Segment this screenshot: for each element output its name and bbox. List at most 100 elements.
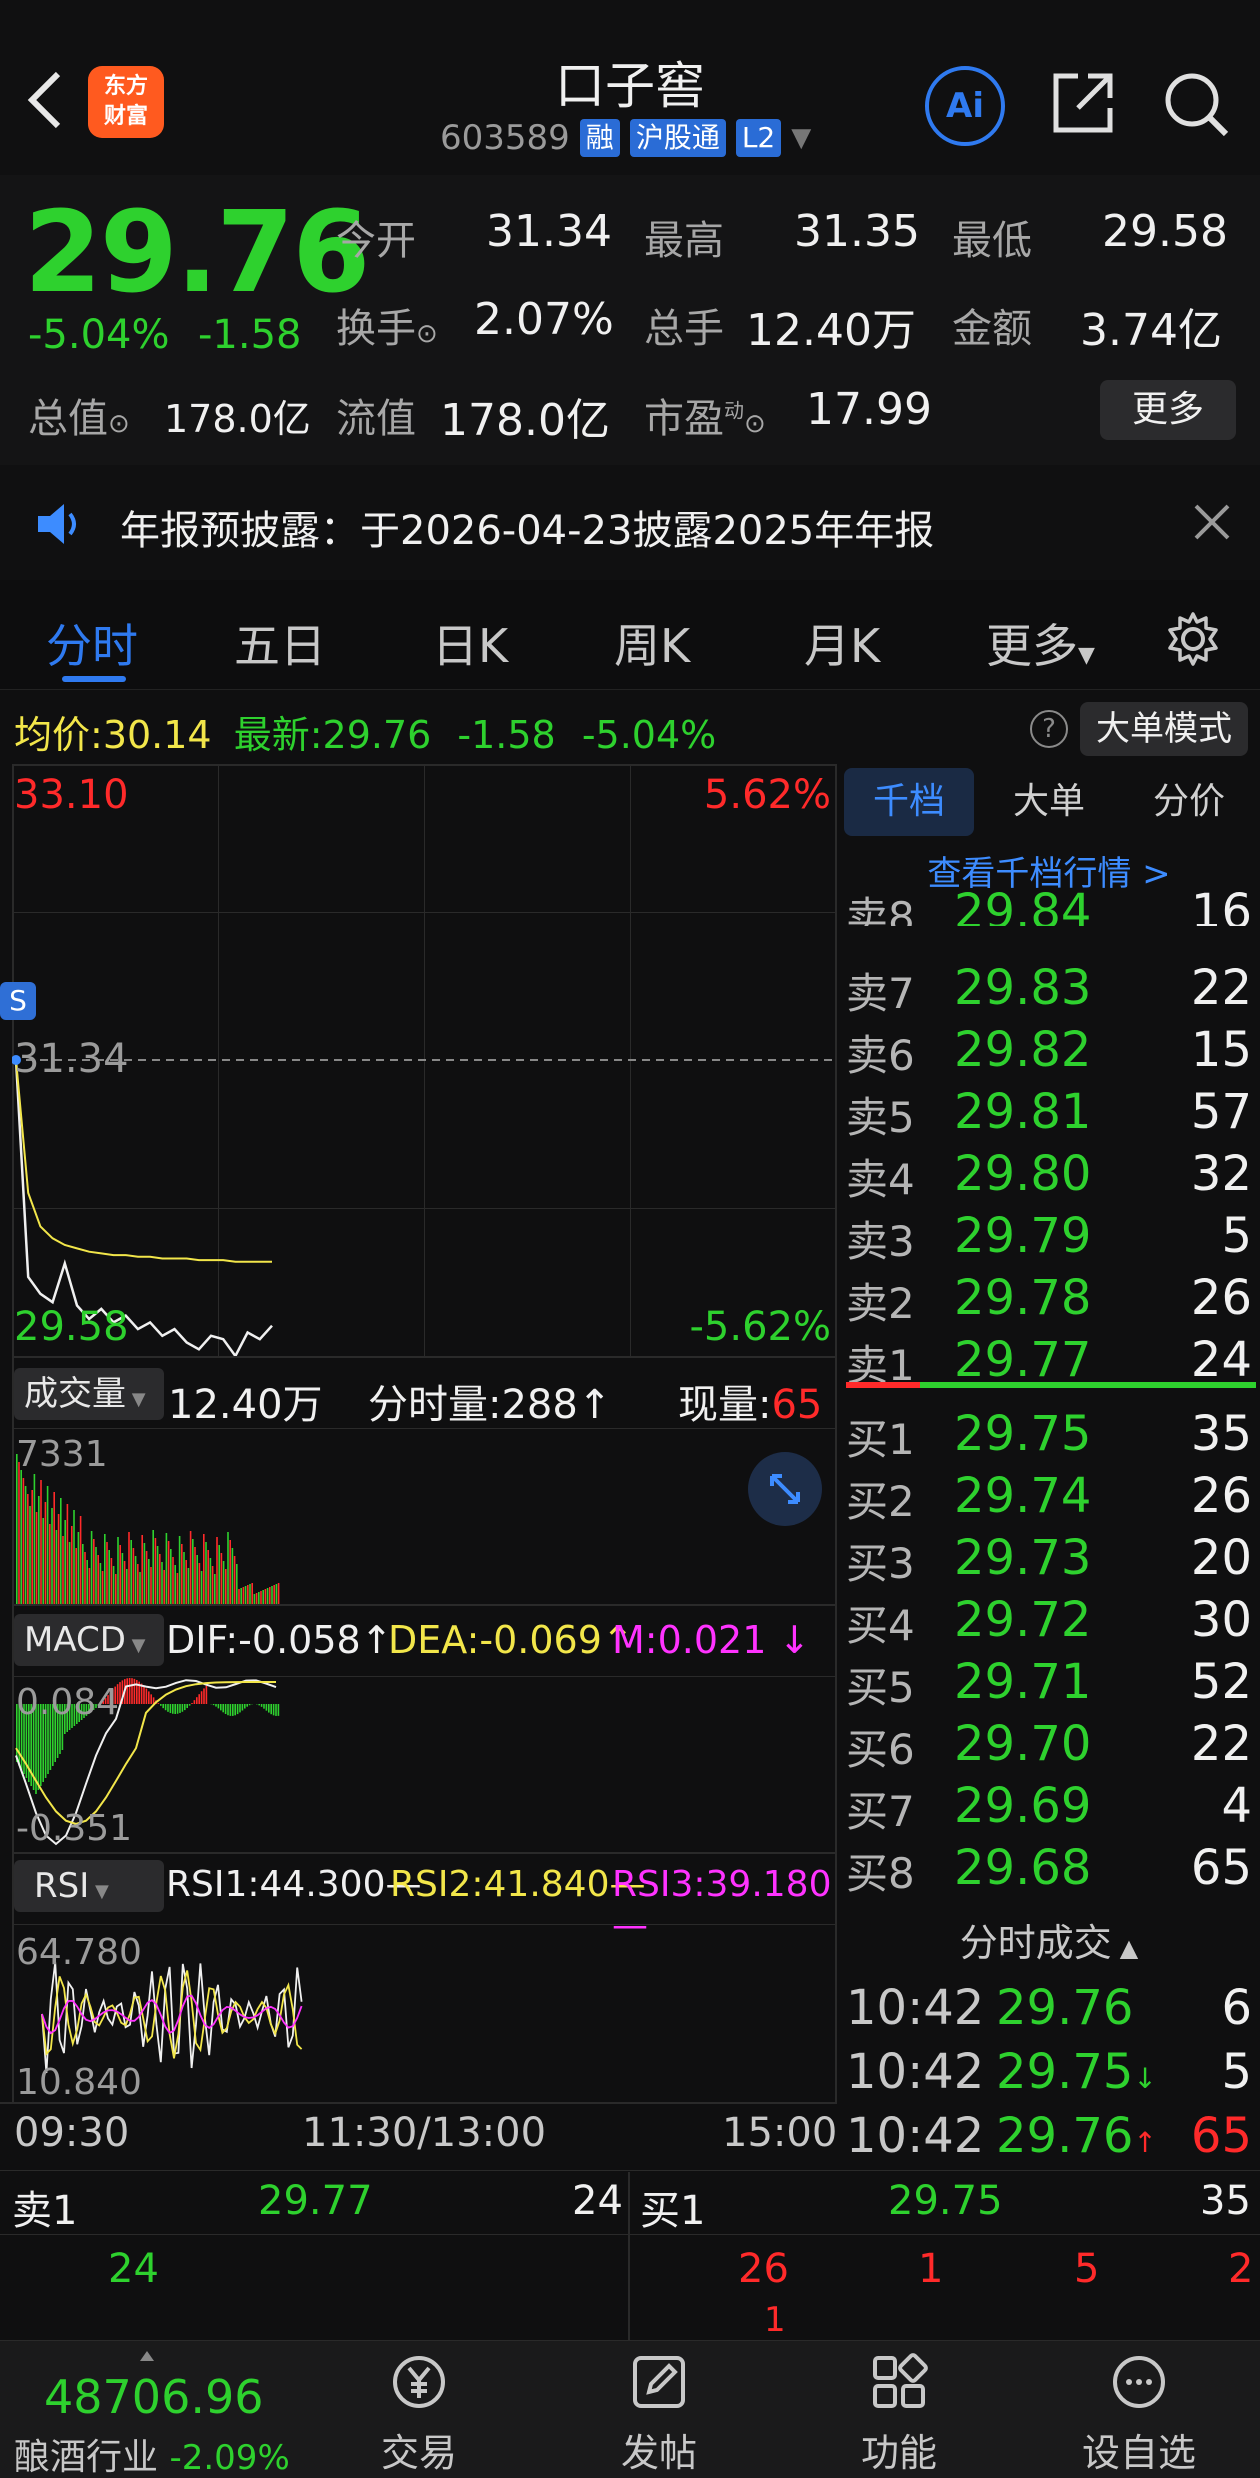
macd-histogram-bar xyxy=(150,1694,152,1704)
bid-price: 29.72 xyxy=(954,1592,1092,1648)
volume-bar xyxy=(134,1556,137,1604)
volume-bar xyxy=(220,1553,223,1604)
ask-row[interactable]: 卖7 29.83 22 xyxy=(842,960,1256,1022)
notice-text[interactable]: 年报预披露：于2026-04-23披露2025年年报 xyxy=(120,498,934,556)
ask-row[interactable]: 卖4 29.80 32 xyxy=(842,1146,1256,1208)
book-tab-big-orders[interactable]: 大单 xyxy=(984,768,1114,836)
ask-row[interactable]: 卖5 29.81 57 xyxy=(842,1084,1256,1146)
volume-bar xyxy=(44,1502,47,1604)
bid-volume: 22 xyxy=(1190,1716,1252,1772)
volume-bar xyxy=(194,1547,196,1604)
volume-bar xyxy=(229,1540,231,1604)
macd-histogram-bar xyxy=(133,1678,136,1704)
ask-row[interactable]: 卖3 29.79 5 xyxy=(842,1208,1256,1270)
market-cap-label: 总值⊙ xyxy=(28,396,130,442)
tab-more[interactable]: 更多▼ xyxy=(986,610,1095,676)
volume-bar xyxy=(262,1590,264,1604)
macd-histogram-bar xyxy=(212,1704,215,1706)
volume-bar xyxy=(209,1558,212,1604)
macd-histogram-bar xyxy=(162,1704,164,1709)
bid-level-label: 买1 xyxy=(846,1415,915,1464)
search-icon[interactable] xyxy=(1160,68,1232,140)
help-icon[interactable]: ? xyxy=(1030,710,1068,748)
macd-histogram-bar xyxy=(145,1688,148,1704)
trade-time: 10:42 xyxy=(846,2108,985,2164)
volume-bar xyxy=(119,1545,121,1604)
tab-five-day[interactable]: 五日 xyxy=(234,610,326,676)
industry-index-value[interactable]: 48706.96 xyxy=(44,2370,264,2424)
trades-title[interactable]: 分时成交 ▲ xyxy=(838,1912,1260,1967)
book-tab-price-dist[interactable]: 分价 xyxy=(1124,768,1254,836)
volume-bar xyxy=(130,1540,132,1604)
ask-level-label: 卖3 xyxy=(846,1217,915,1266)
rsi-indicator-select[interactable]: RSI ▼ xyxy=(14,1860,164,1912)
pe-value: 17.99 xyxy=(806,384,932,435)
volume-bar xyxy=(181,1544,183,1604)
book-tab-depth[interactable]: 千档 xyxy=(844,768,974,836)
nav-functions[interactable]: 功能 xyxy=(824,2350,974,2477)
bid-row[interactable]: 买6 29.70 22 xyxy=(842,1716,1256,1778)
volume-bar xyxy=(53,1492,55,1604)
macd-indicator-select[interactable]: MACD ▼ xyxy=(14,1614,164,1666)
bid-row[interactable]: 买7 29.69 4 xyxy=(842,1778,1256,1840)
bid-price: 29.74 xyxy=(954,1468,1092,1524)
macd-histogram-bar xyxy=(229,1704,232,1716)
bid-row[interactable]: 买4 29.72 30 xyxy=(842,1592,1256,1654)
ask-row[interactable]: 卖8 29.84 16 xyxy=(842,884,1256,926)
volume-bar xyxy=(22,1478,25,1604)
open-price-label: 31.34 xyxy=(14,1036,129,1082)
volume-bar xyxy=(49,1524,51,1604)
settings-gear-icon[interactable] xyxy=(1164,610,1222,668)
dropdown-caret-icon[interactable]: ▼ xyxy=(791,123,811,153)
low-value: 29.58 xyxy=(1102,206,1228,257)
volume-bar xyxy=(189,1531,192,1604)
bid-row[interactable]: 买1 29.75 35 xyxy=(842,1406,1256,1468)
macd-m: M:0.021 ↓ xyxy=(612,1618,811,1662)
ask-price: 29.82 xyxy=(954,1022,1092,1078)
bid-row[interactable]: 买2 29.74 26 xyxy=(842,1468,1256,1530)
trade-volume: 6 xyxy=(1221,1980,1252,2036)
ask-row[interactable]: 卖2 29.78 26 xyxy=(842,1270,1256,1332)
bid-volume: 30 xyxy=(1190,1592,1252,1648)
expand-chart-button[interactable] xyxy=(748,1452,822,1526)
more-stats-button[interactable]: 更多 xyxy=(1100,380,1236,440)
bid-row[interactable]: 买8 29.68 65 xyxy=(842,1840,1256,1902)
bid-volume: 35 xyxy=(1190,1406,1252,1462)
tab-weekly-k[interactable]: 周K xyxy=(614,610,690,676)
volume-bar xyxy=(24,1486,27,1604)
macd-histogram-bar xyxy=(232,1704,234,1716)
strip-row-divider xyxy=(0,2234,1260,2235)
ask-level-label: 卖6 xyxy=(846,1031,915,1080)
macd-histogram-bar xyxy=(174,1704,176,1714)
tag-level2: L2 xyxy=(735,119,782,157)
bid-row[interactable]: 买3 29.73 20 xyxy=(842,1530,1256,1592)
volume-bar xyxy=(126,1569,128,1604)
tab-daily-k[interactable]: 日K xyxy=(432,610,508,676)
nav-add-watchlist[interactable]: 设自选 xyxy=(1064,2350,1214,2477)
share-icon[interactable] xyxy=(1048,68,1118,138)
nav-trade[interactable]: 交易 xyxy=(344,2350,494,2477)
amount-label: 金额 xyxy=(952,306,1032,352)
volume-bar xyxy=(77,1532,80,1604)
bid-level-label: 买4 xyxy=(846,1601,915,1650)
macd-histogram-bar xyxy=(258,1704,260,1706)
tab-monthly-k[interactable]: 月K xyxy=(804,610,880,676)
nav-post[interactable]: 发帖 xyxy=(584,2350,734,2477)
big-order-mode-button[interactable]: 大单模式 xyxy=(1080,702,1248,756)
volume-bar xyxy=(222,1561,225,1604)
book-tabs: 千档 大单 分价 xyxy=(838,768,1260,836)
ask-volume: 32 xyxy=(1190,1146,1252,1202)
bid-volume: 4 xyxy=(1221,1778,1252,1834)
ask-row[interactable]: 卖6 29.82 15 xyxy=(842,1022,1256,1084)
intraday-chart[interactable]: 33.10 5.62% 31.34 S 29.58 -5.62% 成交量 ▼ 1… xyxy=(0,764,837,2104)
bid-volume: 52 xyxy=(1190,1654,1252,1710)
signal-marker[interactable]: S xyxy=(0,982,36,1020)
tab-intraday[interactable]: 分时 xyxy=(46,610,138,676)
bid-row[interactable]: 买5 29.71 52 xyxy=(842,1654,1256,1716)
close-icon[interactable] xyxy=(1190,500,1234,544)
volume-indicator-select[interactable]: 成交量 ▼ xyxy=(14,1368,164,1420)
price-line-chart xyxy=(12,1055,835,1356)
macd-histogram-bar xyxy=(193,1700,196,1704)
industry-index-name[interactable]: 酿酒行业 -2.09% xyxy=(14,2428,290,2478)
ai-assistant-button[interactable]: Ai xyxy=(925,66,1005,146)
